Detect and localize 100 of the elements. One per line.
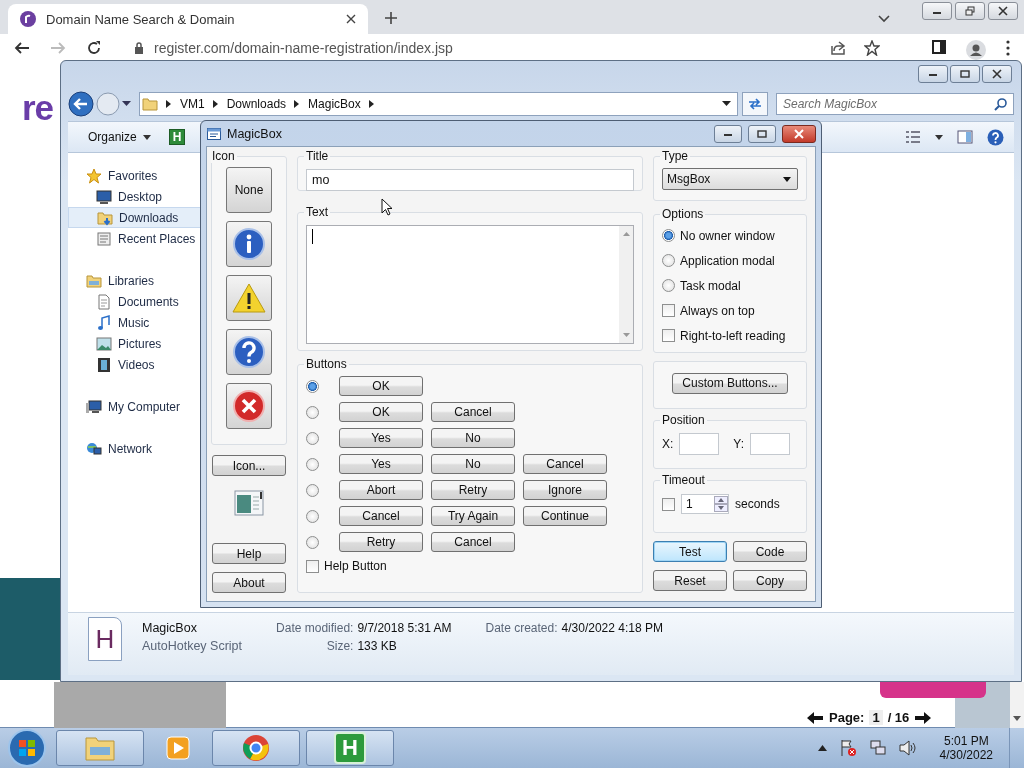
radio-button[interactable] [662,279,675,292]
taskbar-button[interactable]: H [306,730,394,766]
chevron-right-icon[interactable] [166,100,172,108]
radio-button[interactable] [306,535,319,549]
preview-button[interactable]: Cancel [339,506,423,526]
about-button[interactable]: About [212,572,286,593]
close-button[interactable] [782,124,816,143]
checkbox[interactable] [662,497,675,511]
radio-button[interactable] [306,405,319,419]
browser-tab[interactable]: Domain Name Search & Domain [8,4,368,34]
start-button[interactable] [7,728,47,768]
spin-down-icon[interactable] [714,504,728,512]
icon-option-button[interactable] [226,275,272,321]
title-input[interactable]: mo [306,169,634,191]
radio-button[interactable] [306,431,319,445]
help-button[interactable]: Help [212,543,286,564]
window-icon[interactable] [234,490,264,516]
icon-option-button[interactable] [226,221,272,267]
nav-item[interactable]: Pictures [68,333,208,354]
checkbox[interactable] [306,559,319,573]
preview-button[interactable]: Yes [339,454,423,474]
preview-pane-icon[interactable] [957,130,973,144]
preview-button[interactable]: Continue [523,506,607,526]
radio-button[interactable] [306,379,319,393]
flag-icon[interactable] [838,739,857,757]
preview-button[interactable]: No [431,428,515,448]
breadcrumb-item[interactable]: VM1 [180,97,205,111]
radio-button[interactable] [306,509,319,523]
preview-button[interactable]: Cancel [431,402,515,422]
action-button[interactable]: Code [733,541,807,562]
preview-button[interactable]: OK [339,376,423,396]
new-tab-icon[interactable] [384,11,398,25]
preview-button[interactable]: Retry [431,480,515,500]
chevron-right-icon[interactable] [294,100,301,108]
chevron-right-icon[interactable] [368,100,375,108]
help-icon[interactable] [987,128,1004,146]
spin-up-icon[interactable] [714,496,728,504]
icon-option-button[interactable]: None [226,167,272,213]
nav-item[interactable]: Desktop [68,186,208,207]
checkbox[interactable] [662,304,675,317]
close-icon[interactable] [346,14,356,24]
nav-item[interactable]: Libraries [68,270,208,291]
site-logo[interactable]: re [22,88,54,128]
page-number-field[interactable]: 1 [869,710,883,725]
nav-item[interactable]: Videos [68,354,208,375]
custom-buttons-button[interactable]: Custom Buttons... [672,372,788,394]
app-icon[interactable]: H [168,129,186,145]
view-list-icon[interactable] [905,130,921,144]
nav-item[interactable]: My Computer [68,396,208,417]
tray-arrow-icon[interactable] [817,745,827,751]
back-arrow-icon[interactable] [14,40,30,56]
preview-button[interactable]: Cancel [523,454,607,474]
taskbar-button[interactable] [56,730,144,766]
dropdown-icon[interactable] [722,101,731,107]
right-arrow-icon[interactable] [914,710,933,725]
caret-icon[interactable] [935,134,943,140]
radio-button[interactable] [306,483,319,497]
nav-item[interactable]: Music [68,312,208,333]
share-icon[interactable] [830,40,846,56]
chevron-right-icon[interactable] [212,100,219,108]
breadcrumb-item[interactable]: MagicBox [308,97,361,111]
preview-button[interactable]: No [431,454,515,474]
preview-button[interactable]: Ignore [523,480,607,500]
icon-option-button[interactable] [226,329,272,375]
action-button[interactable]: Reset [653,570,727,591]
taskbar-button[interactable] [212,730,300,766]
volume-icon[interactable] [898,740,917,756]
nav-item[interactable]: Favorites [68,165,208,186]
timeout-spinner[interactable]: 1 [681,494,729,514]
icon-option-button[interactable] [226,383,272,429]
x-input[interactable] [679,433,720,455]
preview-button[interactable]: Try Again [431,506,515,526]
icon-button[interactable]: Icon... [212,455,286,476]
preview-button[interactable]: OK [339,402,423,422]
preview-button[interactable]: Retry [339,532,423,552]
maximize-button[interactable] [950,65,980,83]
nav-item[interactable]: Documents [68,291,208,312]
search-field[interactable]: Search MagicBox [776,93,1014,115]
minimize-button[interactable] [918,65,948,83]
clock[interactable]: 5:01 PM 4/30/2022 [939,734,993,762]
breadcrumb-item[interactable]: Downloads [226,97,287,111]
type-dropdown[interactable]: MsgBox [662,168,798,190]
scrollbar[interactable] [1010,682,1024,728]
radio-button[interactable] [662,254,675,267]
minimize-button[interactable] [714,124,742,143]
minimize-button[interactable] [922,2,952,20]
maximize-button[interactable] [748,124,776,143]
profile-icon[interactable] [966,40,986,60]
y-input[interactable] [750,433,791,455]
reload-icon[interactable] [86,40,102,56]
caret-icon[interactable] [122,101,131,107]
preview-button[interactable]: Yes [339,428,423,448]
star-outline-icon[interactable] [864,40,880,56]
refresh-button[interactable] [742,92,768,116]
chevron-down-icon[interactable] [878,15,890,23]
network-icon[interactable] [868,739,887,757]
organize-button[interactable]: Organize [84,128,155,146]
action-button[interactable]: Test [653,541,727,562]
action-button[interactable]: Copy [733,570,807,591]
radio-button[interactable] [662,229,675,242]
